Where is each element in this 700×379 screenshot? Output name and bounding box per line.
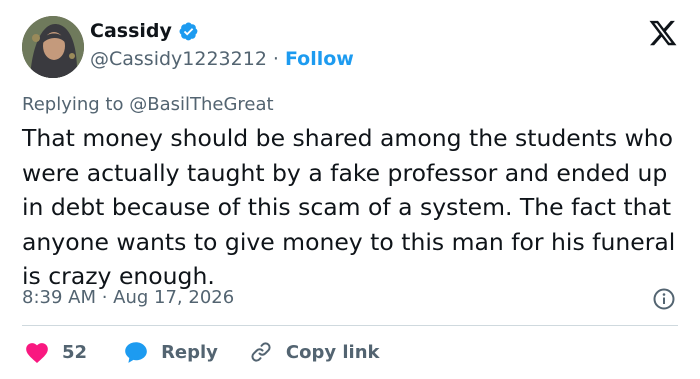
follow-button[interactable]: Follow [285,48,354,70]
like-button[interactable]: 52 [24,340,87,364]
verified-badge-icon [178,21,199,42]
heart-icon [24,340,50,364]
copy-link-label: Copy link [285,341,380,363]
divider [22,325,678,326]
like-count: 52 [62,341,88,363]
x-logo-icon[interactable] [648,18,678,48]
reply-button[interactable]: Reply [123,340,218,364]
author-display-name[interactable]: Cassidy [90,20,172,42]
reply-label: Reply [161,341,218,363]
replying-to-prefix: Replying to [22,94,124,115]
tweet-timestamp[interactable]: 8:39 AM · Aug 17, 2026 [22,287,234,308]
info-icon[interactable] [652,287,676,311]
author-handle[interactable]: @Cassidy1223212 [90,48,267,70]
link-icon [248,340,274,364]
action-bar: 52 Reply Copy link [24,336,380,368]
author-handle-row: @Cassidy1223212 · Follow [90,48,354,70]
avatar[interactable] [22,16,84,78]
replying-to: Replying to @BasilTheGreat [22,94,274,115]
separator-dot: · [272,48,279,70]
author-name-row: Cassidy [90,20,199,42]
tweet-text: That money should be shared among the st… [22,124,676,290]
copy-link-button[interactable]: Copy link [248,340,380,364]
reply-bubble-icon [123,340,149,364]
tweet-card: Cassidy @Cassidy1223212 · Follow Replyin… [0,0,700,379]
replying-to-mention[interactable]: @BasilTheGreat [129,94,273,115]
